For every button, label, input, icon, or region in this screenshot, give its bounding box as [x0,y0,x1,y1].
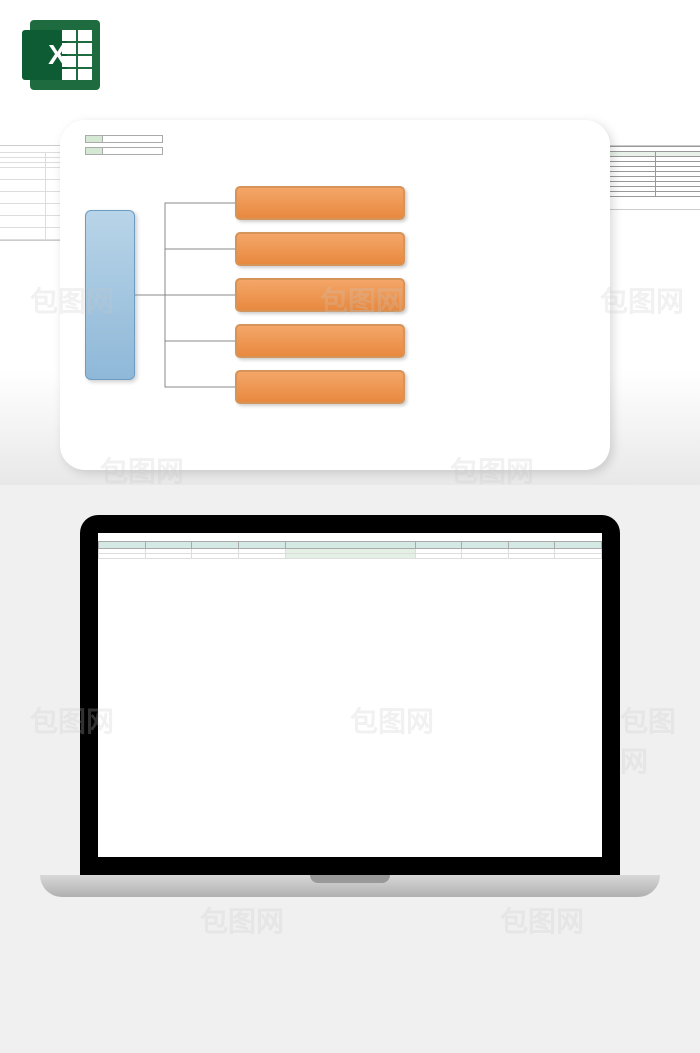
laptop-base [40,875,660,897]
spreadsheet-view [98,533,602,559]
diagram-root-node [85,210,135,380]
table-row [99,554,602,559]
nav-button-income-detail[interactable] [235,324,405,358]
laptop-mockup [0,485,700,1015]
maker-value[interactable] [103,147,163,155]
unit-name-label [85,135,103,143]
excel-icon: X [30,20,100,90]
table-header-row [99,542,602,549]
template-preview [0,105,700,485]
main-diagram-card [60,120,610,470]
diagram-connectors [135,175,235,415]
nav-button-dispatch-detail[interactable] [235,370,405,404]
nav-button-material-detail[interactable] [235,278,405,312]
inbound-table[interactable] [98,541,602,559]
maker-label [85,147,103,155]
page-header: X [0,0,700,105]
unit-name-value[interactable] [103,135,163,143]
nav-button-outbound[interactable] [235,232,405,266]
nav-button-inbound[interactable] [235,186,405,220]
